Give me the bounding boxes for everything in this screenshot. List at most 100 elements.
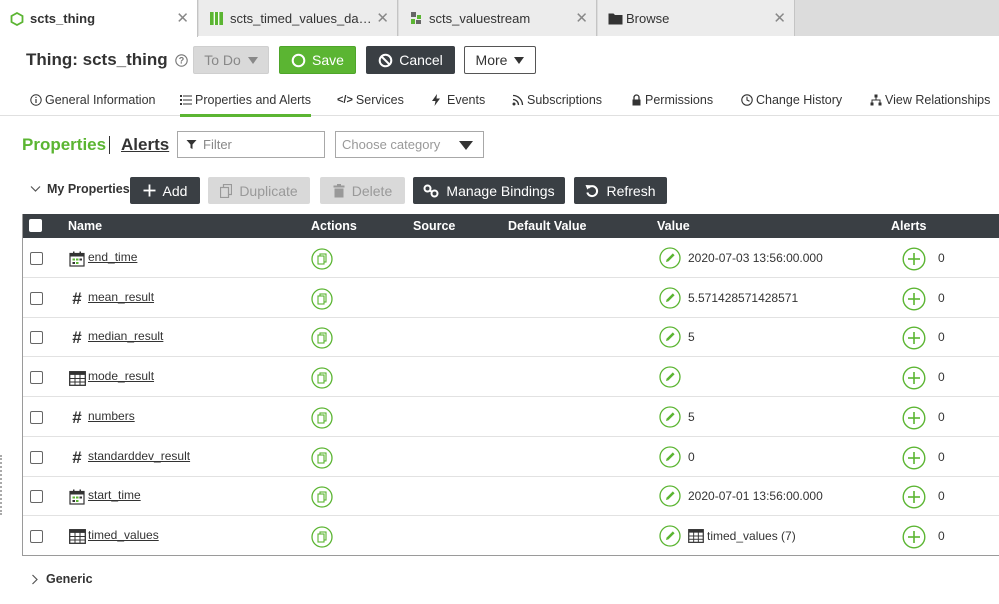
delete-button[interactable]: Delete: [320, 177, 405, 204]
add-alert-icon[interactable]: [902, 247, 926, 274]
add-alert-icon[interactable]: [902, 366, 926, 393]
table-row[interactable]: # standarddev_result 0 0: [23, 437, 999, 477]
filter-input[interactable]: Filter: [177, 131, 325, 158]
save-button[interactable]: Save: [279, 46, 356, 74]
copy-icon[interactable]: [311, 407, 333, 432]
tab-timed-values-datashape[interactable]: scts_timed_values_datas… ✕: [199, 0, 398, 36]
table-row[interactable]: mode_result 0: [23, 357, 999, 398]
add-alert-icon[interactable]: [902, 525, 926, 552]
close-icon[interactable]: ✕: [176, 9, 189, 27]
copy-icon[interactable]: [311, 446, 333, 472]
property-value-text: 0: [688, 449, 695, 464]
nav-label: Events: [447, 93, 486, 107]
chevron-down-icon: [514, 56, 525, 64]
alerts-subtab[interactable]: Alerts: [121, 135, 169, 155]
pencil-icon[interactable]: [659, 485, 681, 510]
column-header-alerts[interactable]: Alerts: [891, 219, 926, 233]
pencil-icon[interactable]: [659, 287, 681, 312]
rss-icon: [512, 94, 524, 106]
add-button[interactable]: Add: [130, 177, 200, 204]
copy-icon[interactable]: [311, 526, 333, 551]
property-name-link[interactable]: timed_values: [88, 528, 159, 542]
column-header-name[interactable]: Name: [68, 219, 102, 233]
copy-icon[interactable]: [311, 327, 333, 352]
more-dropdown-button[interactable]: More: [464, 46, 536, 74]
todo-dropdown-button[interactable]: To Do: [193, 46, 269, 74]
add-alert-icon[interactable]: [902, 326, 926, 353]
my-properties-toggle[interactable]: My Properties: [30, 182, 130, 196]
pencil-icon[interactable]: [659, 525, 681, 550]
close-icon[interactable]: ✕: [575, 9, 588, 27]
duplicate-button[interactable]: Duplicate: [208, 177, 310, 204]
pencil-icon[interactable]: [659, 247, 681, 272]
property-name-link[interactable]: median_result: [88, 329, 163, 343]
column-header-default-value[interactable]: Default Value: [508, 219, 587, 233]
tab-permissions[interactable]: Permissions: [631, 90, 713, 110]
tab-browse[interactable]: Browse ✕: [598, 0, 795, 36]
tab-change-history[interactable]: Change History: [741, 90, 842, 110]
row-checkbox[interactable]: [30, 331, 43, 345]
refresh-button[interactable]: Refresh: [574, 177, 667, 204]
generic-group-toggle[interactable]: Generic: [31, 572, 93, 586]
alert-count: 0: [938, 330, 945, 345]
close-icon[interactable]: ✕: [376, 9, 389, 27]
property-value-text: 5: [688, 330, 695, 345]
tab-view-relationships[interactable]: View Relationships: [870, 90, 990, 110]
close-icon[interactable]: ✕: [773, 9, 786, 27]
tab-services[interactable]: </> Services: [337, 90, 404, 110]
table-icon: [68, 528, 86, 546]
add-alert-icon[interactable]: [902, 485, 926, 512]
copy-icon[interactable]: [311, 367, 333, 392]
table-row[interactable]: # median_result 5 0: [23, 317, 999, 358]
property-name-link[interactable]: start_time: [88, 488, 141, 502]
group-label: My Properties: [47, 182, 130, 196]
copy-icon[interactable]: [311, 486, 333, 511]
manage-bindings-button[interactable]: Manage Bindings: [413, 177, 565, 204]
tab-valuestream[interactable]: scts_valuestream ✕: [399, 0, 597, 36]
select-all-checkbox[interactable]: [29, 219, 42, 232]
category-select[interactable]: Choose category: [335, 131, 484, 158]
add-alert-icon[interactable]: [902, 445, 926, 473]
property-name-link[interactable]: mode_result: [88, 369, 154, 383]
row-checkbox[interactable]: [30, 410, 43, 424]
row-checkbox[interactable]: [30, 490, 43, 504]
tab-events[interactable]: Events: [431, 90, 485, 110]
copy-icon[interactable]: [311, 288, 333, 313]
add-alert-icon[interactable]: [902, 406, 926, 433]
column-header-source[interactable]: Source: [413, 219, 455, 233]
table-icon: [68, 369, 86, 387]
pencil-icon[interactable]: [659, 406, 681, 431]
trash-icon: [333, 183, 345, 197]
pencil-icon[interactable]: [659, 326, 681, 351]
property-name-link[interactable]: mean_result: [88, 290, 154, 304]
copy-icon: [220, 183, 233, 198]
property-name-link[interactable]: standarddev_result: [88, 449, 190, 463]
help-icon[interactable]: ?: [174, 53, 188, 67]
plus-icon: [143, 184, 156, 197]
row-checkbox[interactable]: [30, 252, 43, 265]
property-name-link[interactable]: numbers: [88, 409, 135, 423]
cancel-button[interactable]: Cancel: [366, 46, 455, 74]
row-checkbox[interactable]: [30, 291, 43, 305]
table-row[interactable]: # mean_result 5.571428571428571 0: [23, 278, 999, 318]
pencil-icon[interactable]: [659, 445, 681, 471]
row-checkbox[interactable]: [30, 529, 43, 543]
alert-count: 0: [938, 489, 945, 504]
resize-handle[interactable]: [0, 455, 2, 515]
table-row[interactable]: # numbers 5 0: [23, 397, 999, 437]
property-name-link[interactable]: end_time: [88, 250, 137, 264]
column-header-value[interactable]: Value: [657, 219, 690, 233]
table-row[interactable]: timed_values timed_values (7) 0: [23, 516, 999, 556]
tab-properties-and-alerts[interactable]: Properties and Alerts: [180, 90, 312, 117]
row-checkbox[interactable]: [30, 450, 43, 464]
tab-scts-thing[interactable]: scts_thing ✕: [0, 0, 198, 37]
table-row[interactable]: end_time 2020-07-03 13:56:00.000 0: [23, 238, 999, 278]
pencil-icon[interactable]: [659, 366, 681, 391]
tab-subscriptions[interactable]: Subscriptions: [512, 90, 602, 110]
add-alert-icon[interactable]: [902, 287, 926, 314]
properties-subtab[interactable]: Properties: [22, 135, 106, 155]
row-checkbox[interactable]: [30, 371, 43, 385]
table-row[interactable]: start_time 2020-07-01 13:56:00.000 0: [23, 476, 999, 517]
tab-general-information[interactable]: General Information: [30, 90, 155, 110]
copy-icon[interactable]: [311, 248, 333, 273]
